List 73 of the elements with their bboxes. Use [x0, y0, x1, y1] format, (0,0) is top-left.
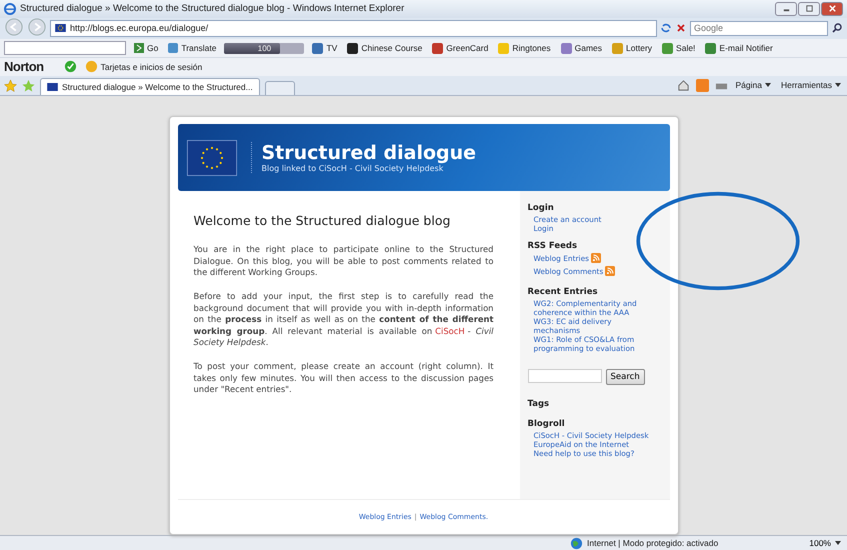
address-field[interactable]: http://blogs.ec.europa.eu/dialogue/	[50, 20, 657, 37]
forward-button[interactable]	[27, 18, 47, 38]
paragraph: You are in the right place to participate online to the Structured Dialogue. On this blog, you will be able to post comments related to the different Working Groups.	[194, 244, 494, 280]
sidebar-heading: RSS Feeds	[528, 241, 578, 252]
square-icon	[612, 42, 624, 54]
star-icon[interactable]	[4, 78, 17, 92]
circle-icon	[84, 60, 98, 74]
toolbar-link[interactable]: Games	[558, 42, 604, 54]
close-icon[interactable]	[675, 22, 687, 34]
sidebar-heading: Recent Entries	[528, 287, 598, 298]
globe-icon	[570, 536, 583, 550]
zoom-button[interactable]: 100%	[809, 538, 841, 548]
sidebar-heading: Tags	[528, 399, 550, 410]
norton-logo: Norton	[4, 59, 44, 74]
search-icon[interactable]	[831, 22, 843, 34]
link[interactable]: CiSocH	[435, 326, 465, 336]
toolbar-link[interactable]: TV	[310, 42, 340, 54]
sidebar-heading: Login	[528, 203, 554, 214]
check-icon[interactable]	[64, 60, 77, 74]
home-icon[interactable]	[676, 78, 690, 92]
toolbar-link[interactable]: Chinese Course	[345, 42, 424, 54]
caret-icon	[835, 83, 841, 88]
browser-tab[interactable]: Structured dialogue » Welcome to the Structured...	[40, 78, 260, 96]
rss-icon[interactable]	[605, 266, 616, 276]
square-icon	[432, 42, 444, 54]
flag-icon	[55, 24, 66, 32]
post-heading: Welcome to the Structured dialogue blog	[194, 213, 452, 228]
paragraph: To post your comment, please create an account (right column). It takes only few minutes. You will then access to the discussion pages under "Recent entries".	[194, 361, 494, 396]
rss-icon[interactable]	[696, 78, 708, 92]
flag-icon	[47, 83, 58, 92]
arrow-icon	[134, 43, 144, 54]
translate-button[interactable]: Translate	[166, 43, 218, 54]
command-button[interactable]: Herramientas	[778, 80, 843, 90]
toolbar-link[interactable]: Ringtones	[496, 42, 553, 54]
sidebar-heading: Blogroll	[528, 419, 565, 430]
go-button[interactable]: Go	[132, 43, 160, 54]
maximize-button[interactable]	[798, 2, 820, 16]
square-icon	[498, 42, 510, 54]
close-button[interactable]	[821, 2, 843, 16]
blog-subtitle: Blog linked to CiSocH - Civil Society Helpdesk	[262, 164, 444, 174]
search-input[interactable]	[528, 369, 602, 384]
caret-icon	[764, 83, 771, 88]
toolbar-link[interactable]: Sale!	[660, 42, 698, 54]
paragraph: Before to add your input, the first step is to carefully read the background document that will provide you with in-depth information on the process in itself as well as on the content of the different working group. All relevant material is available on CiSocH - Civil Society Helpdesk.	[194, 291, 494, 349]
add-favorite-icon[interactable]	[22, 78, 35, 92]
command-button[interactable]: Página	[734, 80, 773, 90]
square-icon	[560, 42, 572, 54]
new-tab-button[interactable]	[264, 81, 295, 96]
toolbar-link[interactable]: Lottery	[610, 42, 654, 54]
square-icon	[312, 42, 324, 54]
rss-icon[interactable]	[590, 253, 601, 264]
close-icon	[828, 4, 836, 14]
cards-button[interactable]: Tarjetas e inicios de sesión	[82, 60, 204, 74]
back-button[interactable]	[4, 18, 24, 38]
refresh-icon[interactable]	[660, 22, 672, 34]
blog-title: Structured dialogue	[262, 142, 476, 164]
square-icon	[347, 42, 358, 54]
security-zone: Internet | Modo protegido: activado	[587, 538, 720, 548]
eu-flag-icon	[186, 140, 236, 176]
toolbar-search-field[interactable]	[4, 41, 126, 56]
window-title: Structured dialogue » Welcome to the Structured dialogue blog - Windows Internet Explorer	[20, 3, 406, 14]
toolbar-link[interactable]: GreenCard	[430, 42, 490, 54]
volume-slider[interactable]: 100	[224, 42, 304, 54]
toolbar-link[interactable]: E-mail Notifier	[703, 42, 775, 54]
search-field[interactable]: Google	[690, 20, 828, 36]
square-icon	[705, 42, 716, 54]
square-icon	[168, 43, 178, 54]
minimize-button[interactable]	[775, 2, 797, 16]
maximize-icon	[804, 4, 814, 14]
square-icon	[662, 42, 674, 54]
caret-icon	[835, 541, 841, 546]
search-button[interactable]: Search	[606, 369, 645, 386]
browser-icon	[4, 2, 16, 15]
